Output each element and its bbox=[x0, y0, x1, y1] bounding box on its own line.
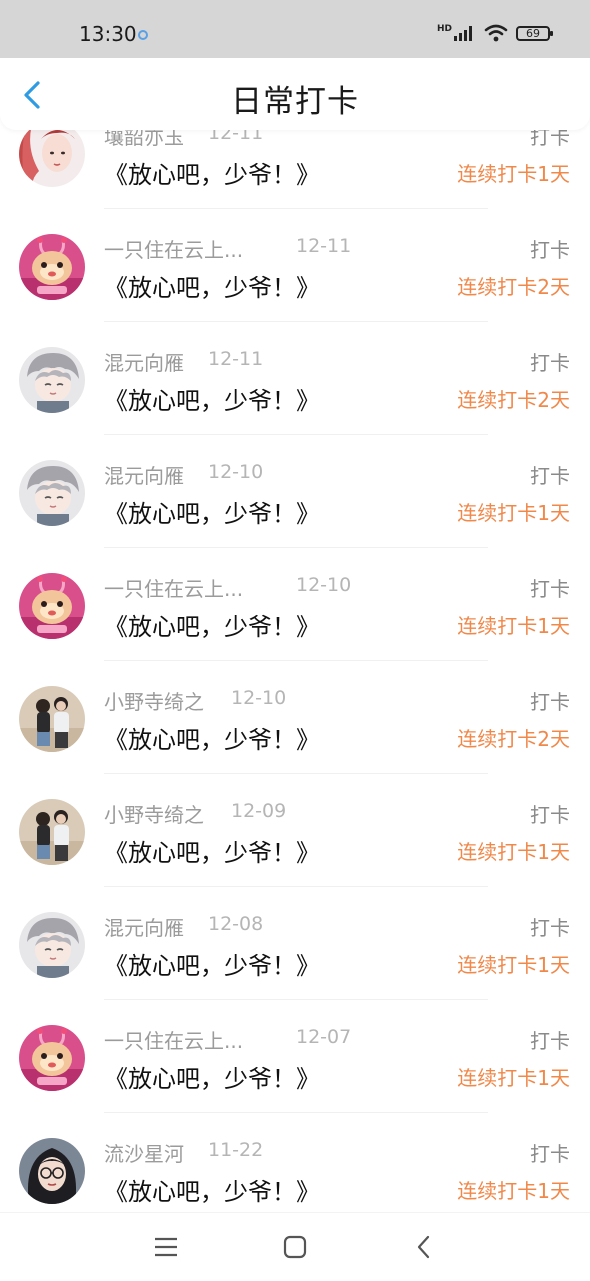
divider bbox=[104, 886, 488, 887]
divider bbox=[104, 660, 488, 661]
checkin-title[interactable]: 《放心吧，少爷！》 bbox=[104, 155, 320, 190]
date: 12-11 bbox=[296, 235, 352, 257]
username[interactable]: 混元向雁 bbox=[104, 347, 184, 376]
checkin-type: 打卡 bbox=[530, 1142, 570, 1166]
avatar[interactable] bbox=[19, 121, 85, 187]
date: 12-10 bbox=[208, 461, 264, 483]
back-icon[interactable] bbox=[411, 1233, 439, 1261]
date: 12-11 bbox=[208, 348, 264, 370]
username[interactable]: 小野寺绮之 bbox=[104, 799, 204, 828]
streak-label: 连续打卡1天 bbox=[457, 840, 570, 864]
checkin-type: 打卡 bbox=[530, 464, 570, 488]
divider bbox=[104, 999, 488, 1000]
list-item[interactable]: 一只住在云上... 12-11 《放心吧，少爷！》 打卡连续打卡2天 bbox=[0, 210, 590, 323]
battery-icon: 69 bbox=[516, 25, 553, 41]
streak-label: 连续打卡2天 bbox=[457, 727, 570, 751]
signal-icon bbox=[454, 26, 472, 41]
status-time: 13:30 bbox=[79, 22, 137, 46]
checkin-title[interactable]: 《放心吧，少爷！》 bbox=[104, 268, 320, 303]
streak-label: 连续打卡2天 bbox=[457, 388, 570, 412]
status-icons: HD 69 bbox=[436, 23, 553, 42]
avatar[interactable] bbox=[19, 460, 85, 526]
streak-label: 连续打卡1天 bbox=[457, 162, 570, 186]
streak-label: 连续打卡1天 bbox=[457, 953, 570, 977]
date: 12-10 bbox=[231, 687, 287, 709]
streak-label: 连续打卡1天 bbox=[457, 1066, 570, 1090]
checkin-title[interactable]: 《放心吧，少爷！》 bbox=[104, 494, 320, 529]
avatar[interactable] bbox=[19, 234, 85, 300]
list-item[interactable]: 混元向雁 12-10 《放心吧，少爷！》 打卡连续打卡1天 bbox=[0, 436, 590, 549]
divider bbox=[104, 208, 488, 209]
avatar[interactable] bbox=[19, 1025, 85, 1091]
notification-icon bbox=[138, 30, 148, 40]
avatar[interactable] bbox=[19, 347, 85, 413]
checkin-type: 打卡 bbox=[530, 238, 570, 262]
checkin-title[interactable]: 《放心吧，少爷！》 bbox=[104, 381, 320, 416]
date: 12-08 bbox=[208, 913, 264, 935]
checkin-type: 打卡 bbox=[530, 1029, 570, 1053]
avatar[interactable] bbox=[19, 799, 85, 865]
date: 12-10 bbox=[296, 574, 352, 596]
checkin-title[interactable]: 《放心吧，少爷！》 bbox=[104, 833, 320, 868]
checkin-type: 打卡 bbox=[530, 916, 570, 940]
username[interactable]: 一只住在云上... bbox=[104, 573, 243, 602]
date: 11-22 bbox=[208, 1139, 264, 1161]
streak-label: 连续打卡1天 bbox=[457, 614, 570, 638]
divider bbox=[104, 321, 488, 322]
list-item[interactable]: 一只住在云上... 12-10 《放心吧，少爷！》 打卡连续打卡1天 bbox=[0, 549, 590, 662]
divider bbox=[104, 434, 488, 435]
page-title: 日常打卡 bbox=[231, 84, 359, 120]
menu-icon[interactable] bbox=[152, 1233, 180, 1261]
checkin-type: 打卡 bbox=[530, 577, 570, 601]
list-item[interactable]: 小野寺绮之 12-10 《放心吧，少爷！》 打卡连续打卡2天 bbox=[0, 662, 590, 775]
divider bbox=[104, 1112, 488, 1113]
streak-label: 连续打卡1天 bbox=[457, 1179, 570, 1203]
checkin-title[interactable]: 《放心吧，少爷！》 bbox=[104, 607, 320, 642]
checkin-type: 打卡 bbox=[530, 803, 570, 827]
checkin-type: 打卡 bbox=[530, 690, 570, 714]
username[interactable]: 一只住在云上... bbox=[104, 234, 243, 263]
list-item[interactable]: 混元向雁 12-08 《放心吧，少爷！》 打卡连续打卡1天 bbox=[0, 888, 590, 1001]
home-icon[interactable] bbox=[281, 1233, 309, 1261]
wifi-icon bbox=[484, 24, 508, 42]
avatar[interactable] bbox=[19, 912, 85, 978]
avatar[interactable] bbox=[19, 686, 85, 752]
username[interactable]: 混元向雁 bbox=[104, 912, 184, 941]
streak-label: 连续打卡2天 bbox=[457, 275, 570, 299]
list-item[interactable]: 流沙星河 11-22 《放心吧，少爷！》 打卡连续打卡1天 bbox=[0, 1114, 590, 1227]
divider bbox=[104, 773, 488, 774]
header: 日常打卡 bbox=[0, 56, 590, 130]
checkin-type: 打卡 bbox=[530, 351, 570, 375]
date: 12-09 bbox=[231, 800, 287, 822]
divider bbox=[104, 547, 488, 548]
list-item[interactable]: 小野寺绮之 12-09 《放心吧，少爷！》 打卡连续打卡1天 bbox=[0, 775, 590, 888]
list-item[interactable]: 混元向雁 12-11 《放心吧，少爷！》 打卡连续打卡2天 bbox=[0, 323, 590, 436]
avatar[interactable] bbox=[19, 1138, 85, 1204]
status-bar: 13:30 HD 69 bbox=[0, 0, 590, 58]
checkin-title[interactable]: 《放心吧，少爷！》 bbox=[104, 720, 320, 755]
username[interactable]: 一只住在云上... bbox=[104, 1025, 243, 1054]
navigation-bar bbox=[0, 1212, 590, 1281]
checkin-title[interactable]: 《放心吧，少爷！》 bbox=[104, 1172, 320, 1207]
username[interactable]: 流沙星河 bbox=[104, 1138, 184, 1167]
date: 12-07 bbox=[296, 1026, 352, 1048]
checkin-title[interactable]: 《放心吧，少爷！》 bbox=[104, 1059, 320, 1094]
username[interactable]: 小野寺绮之 bbox=[104, 686, 204, 715]
hd-label: HD bbox=[436, 23, 452, 34]
list-item[interactable]: 一只住在云上... 12-07 《放心吧，少爷！》 打卡连续打卡1天 bbox=[0, 1001, 590, 1114]
checkin-title[interactable]: 《放心吧，少爷！》 bbox=[104, 946, 320, 981]
streak-label: 连续打卡1天 bbox=[457, 501, 570, 525]
avatar[interactable] bbox=[19, 573, 85, 639]
username[interactable]: 混元向雁 bbox=[104, 460, 184, 489]
